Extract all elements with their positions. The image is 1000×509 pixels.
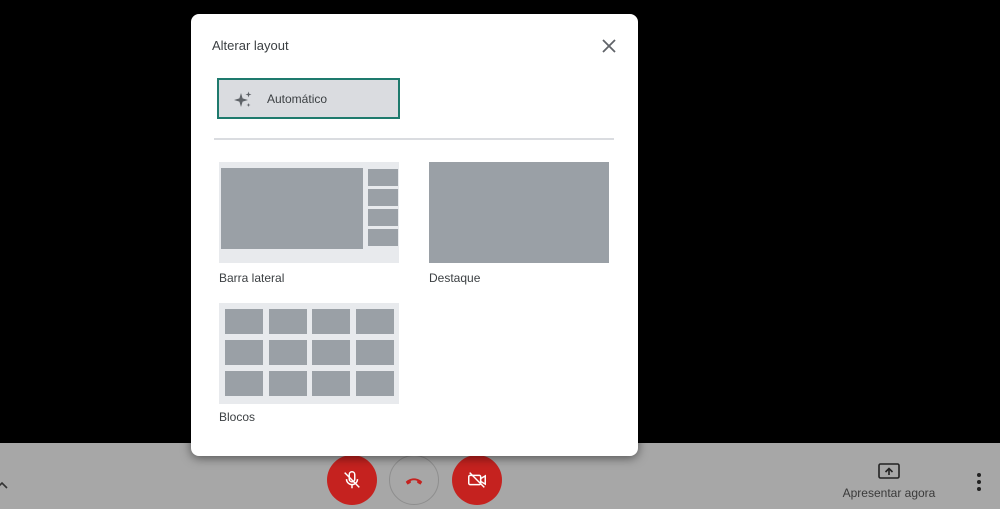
spotlight-video-block (429, 162, 609, 263)
layout-option-auto-label: Automático (267, 92, 328, 106)
grid-tile (269, 309, 307, 334)
meeting-screen: Apresentar agora Alterar layout Automáti… (0, 0, 1000, 509)
grid-tile (225, 340, 263, 365)
grid-tile (269, 340, 307, 365)
layout-option-sidebar-label: Barra lateral (219, 271, 285, 285)
layout-option-sidebar[interactable]: Barra lateral (219, 162, 400, 288)
chevron-up-icon[interactable] (0, 477, 10, 493)
present-now-button[interactable]: Apresentar agora (834, 459, 944, 503)
layout-option-spotlight-label: Destaque (429, 271, 481, 285)
divider (214, 138, 614, 140)
side-tile (368, 189, 398, 206)
spotlight-layout-thumbnail (429, 162, 609, 263)
layout-option-tiled[interactable]: Blocos (219, 303, 400, 429)
side-tile (368, 209, 398, 226)
layout-option-spotlight[interactable]: Destaque (429, 162, 610, 288)
close-icon[interactable] (600, 37, 618, 55)
camera-toggle-button[interactable] (452, 455, 502, 505)
present-now-label: Apresentar agora (842, 486, 936, 500)
grid-tile (225, 371, 263, 396)
tiled-layout-thumbnail (219, 303, 399, 404)
hangup-button[interactable] (389, 455, 439, 505)
grid-tile (356, 340, 394, 365)
layout-option-tiled-label: Blocos (219, 410, 256, 424)
grid-tile (356, 309, 394, 334)
mic-off-icon (344, 471, 360, 489)
grid-tile (312, 371, 350, 396)
grid-tile (225, 309, 263, 334)
grid-tile (312, 340, 350, 365)
grid-tile (312, 309, 350, 334)
more-vert-icon[interactable] (968, 470, 990, 494)
change-layout-dialog: Alterar layout Automático Barra lateral … (191, 14, 638, 456)
grid-tile (356, 371, 394, 396)
side-tile (368, 169, 398, 186)
main-video-block (221, 168, 363, 221)
main-video-block (221, 221, 363, 249)
hangup-icon (405, 478, 423, 485)
grid-tile (269, 371, 307, 396)
dialog-title: Alterar layout (212, 38, 289, 53)
present-screen-icon (878, 463, 900, 479)
camera-off-icon (468, 472, 486, 488)
sparkle-icon (234, 91, 252, 107)
side-tile (368, 229, 398, 246)
layout-option-auto[interactable]: Automático (217, 78, 400, 119)
sidebar-layout-thumbnail (219, 162, 399, 263)
mic-toggle-button[interactable] (327, 455, 377, 505)
